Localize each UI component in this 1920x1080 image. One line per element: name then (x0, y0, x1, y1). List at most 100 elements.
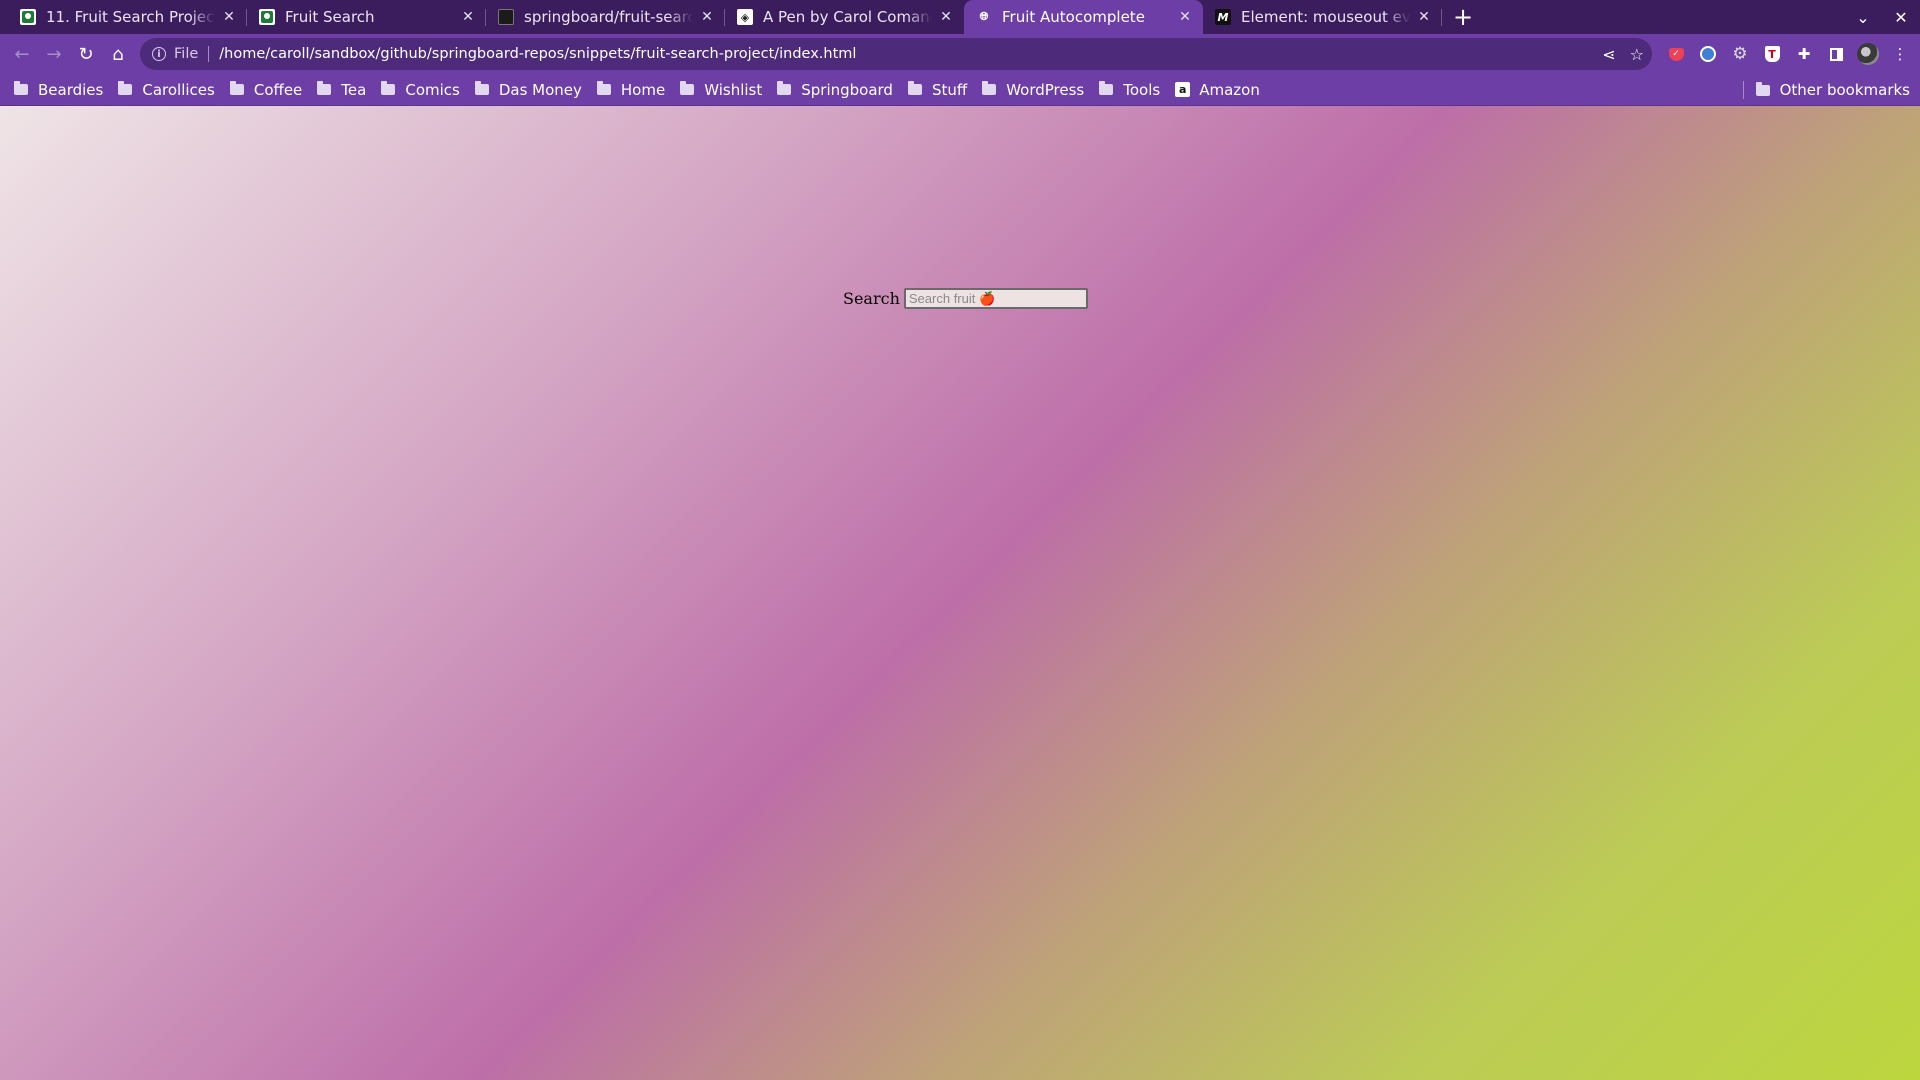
search-label: Search (843, 289, 900, 308)
bookmark-label: WordPress (1006, 80, 1085, 99)
bookmark-carollices[interactable]: Carollices (112, 76, 222, 104)
bookmark-wordpress[interactable]: WordPress (976, 76, 1092, 104)
folder-icon (1099, 81, 1114, 95)
tab-fruit-search[interactable]: Fruit Search ✕ (247, 0, 486, 34)
side-panel-button[interactable] (1820, 38, 1852, 70)
folder-icon (14, 81, 28, 95)
tab-title: Fruit Search (285, 8, 375, 26)
folder-icon (907, 81, 922, 95)
gear-extension[interactable]: ⚙ (1724, 38, 1756, 70)
bookmark-label: Beardies (38, 80, 104, 99)
pocket-icon: ✓ (1668, 47, 1684, 61)
extensions-button[interactable]: ✚ (1788, 38, 1820, 70)
bookmark-stuff[interactable]: Stuff (902, 76, 975, 104)
extensions-area: ✓ ⚙ T ✚ ⋮ (1660, 38, 1916, 70)
codepen-icon: ◈ (737, 9, 753, 25)
side-panel-icon (1829, 47, 1843, 61)
close-icon[interactable]: ✕ (460, 9, 476, 25)
bookmark-home[interactable]: Home (591, 76, 673, 104)
bookmarks-bar: Beardies Carollices Coffee Tea Comics Da… (0, 74, 1920, 106)
share-icon[interactable]: ⋖ (1602, 45, 1615, 64)
globe-extension[interactable] (1692, 38, 1724, 70)
other-bookmarks-label: Other bookmarks (1779, 81, 1910, 99)
url-text[interactable]: /home/caroll/sandbox/github/springboard-… (219, 46, 856, 62)
close-icon[interactable]: ✕ (221, 9, 237, 25)
mdn-icon: M (1215, 9, 1231, 25)
bookmark-das-money[interactable]: Das Money (469, 76, 590, 104)
tab-title: A Pen by Carol Comandulli (763, 8, 932, 26)
avatar (1857, 43, 1879, 65)
omnibox-actions: ⋖ ☆ (1602, 38, 1644, 70)
tab-list: 11. Fruit Search Project ✕ Fruit Search … (0, 0, 1480, 34)
page-content: Search (0, 106, 1920, 1080)
amazon-icon: a (1175, 82, 1191, 97)
close-icon[interactable]: ✕ (699, 9, 715, 25)
tab-title: 11. Fruit Search Project (46, 8, 215, 26)
profile-button[interactable] (1852, 38, 1884, 70)
tab-mdn-mouseout[interactable]: M Element: mouseout event ✕ (1203, 0, 1442, 34)
bookmark-label: Tools (1123, 80, 1161, 99)
globe-icon: 🌐︎ (979, 10, 989, 23)
folder-icon (982, 81, 997, 95)
back-arrow-icon[interactable]: ← (6, 38, 38, 70)
folder-icon (777, 81, 792, 95)
springboard-icon (20, 9, 36, 25)
folder-icon (118, 81, 133, 95)
puzzle-icon: ✚ (1797, 45, 1811, 63)
folder-icon (596, 81, 611, 95)
bookmark-tools[interactable]: Tools (1093, 76, 1168, 104)
omnibox-divider (208, 46, 210, 62)
springboard-icon (259, 9, 275, 25)
tab-github-fruit-search[interactable]: springboard/fruit-search- ✕ (486, 0, 725, 34)
tab-fruit-search-project[interactable]: 11. Fruit Search Project ✕ (8, 0, 247, 34)
toolbar: ← → ↻ ⌂ i File /home/caroll/sandbox/gith… (0, 34, 1920, 74)
bookmark-label: Stuff (931, 80, 968, 99)
search-input[interactable] (903, 288, 1088, 309)
search-form: Search (843, 288, 1088, 309)
bookmark-coffee[interactable]: Coffee (224, 76, 310, 104)
bookmark-label: Home (620, 80, 666, 99)
github-icon (498, 9, 514, 25)
bookmark-star-icon[interactable]: ☆ (1630, 45, 1644, 64)
folder-icon (381, 81, 396, 95)
globe-extension-icon (1700, 46, 1716, 62)
menu-button[interactable]: ⋮ (1884, 38, 1916, 70)
tab-title: Element: mouseout event (1241, 8, 1410, 26)
bookmark-label: Coffee (253, 80, 303, 99)
close-icon[interactable]: ✕ (1177, 9, 1193, 25)
close-icon[interactable]: ✕ (938, 9, 954, 25)
bookmark-comics[interactable]: Comics (375, 76, 468, 104)
new-tab-button[interactable]: + (1446, 0, 1480, 34)
bookmark-label: Das Money (498, 80, 582, 99)
forward-arrow-icon[interactable]: → (38, 38, 70, 70)
shield-extension[interactable]: T (1756, 38, 1788, 70)
other-bookmarks[interactable]: Other bookmarks (1742, 76, 1910, 104)
home-icon[interactable]: ⌂ (102, 38, 134, 70)
folder-icon (474, 81, 489, 95)
site-info-icon[interactable]: i (152, 47, 166, 61)
bookmark-springboard[interactable]: Springboard (771, 76, 901, 104)
folder-icon (317, 81, 332, 95)
bookmark-tea[interactable]: Tea (311, 76, 374, 104)
pocket-extension[interactable]: ✓ (1660, 38, 1692, 70)
bookmark-label: Springboard (801, 80, 893, 99)
reload-icon[interactable]: ↻ (70, 38, 102, 70)
shield-icon: T (1764, 46, 1780, 62)
folder-icon (1755, 81, 1770, 96)
bookmark-wishlist[interactable]: Wishlist (674, 76, 770, 104)
address-bar[interactable]: i File /home/caroll/sandbox/github/sprin… (140, 38, 1652, 70)
tab-codepen[interactable]: ◈ A Pen by Carol Comandulli ✕ (725, 0, 964, 34)
bookmark-label: Comics (405, 80, 460, 99)
tab-fruit-autocomplete[interactable]: 🌐︎ Fruit Autocomplete ✕ (964, 0, 1203, 34)
bookmark-beardies[interactable]: Beardies (8, 76, 111, 104)
kebab-menu-icon: ⋮ (1892, 45, 1908, 63)
window-close-icon[interactable]: ✕ (1882, 0, 1920, 34)
folder-icon (680, 81, 695, 95)
bookmarks-divider (1742, 81, 1744, 99)
folder-icon (229, 81, 244, 95)
bookmark-label: Tea (341, 80, 367, 99)
tab-strip: 11. Fruit Search Project ✕ Fruit Search … (0, 0, 1920, 34)
close-icon[interactable]: ✕ (1416, 9, 1432, 25)
bookmark-amazon[interactable]: a Amazon (1169, 76, 1268, 104)
tab-search-chevron-down-icon[interactable]: ⌄ (1844, 0, 1882, 34)
